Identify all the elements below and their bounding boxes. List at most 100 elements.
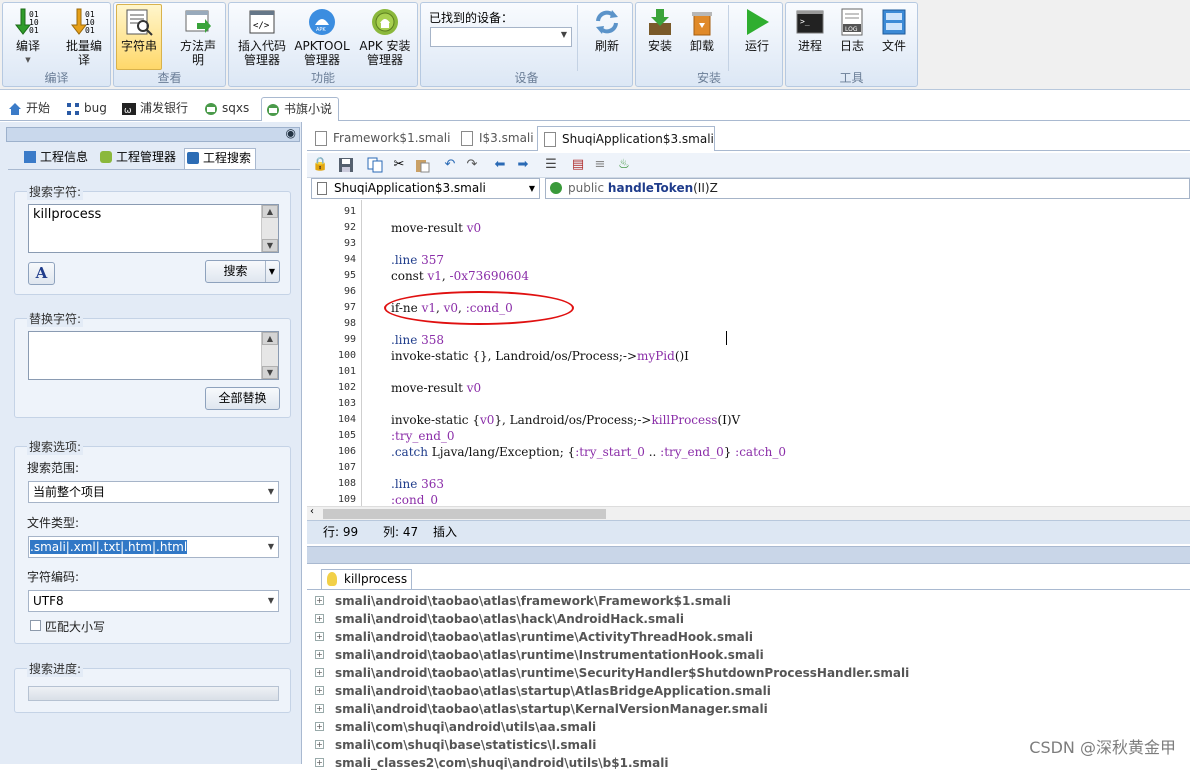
filetype-label: 文件类型:: [27, 516, 80, 530]
redo-icon[interactable]: ↷: [464, 157, 480, 173]
java-icon[interactable]: ♨: [616, 157, 632, 173]
refresh-label: 刷新: [594, 39, 619, 53]
scrollbar[interactable]: ▲ ▼: [261, 332, 278, 379]
cut-icon[interactable]: ✂: [391, 157, 407, 173]
expand-icon[interactable]: +: [315, 686, 324, 695]
compile-button[interactable]: 01 10 01 编译 ▼: [7, 5, 49, 67]
tab-project-search[interactable]: 工程搜索: [184, 148, 256, 169]
html-icon[interactable]: ▤: [570, 157, 586, 173]
tab-start[interactable]: 开始: [4, 97, 56, 121]
replace-all-button[interactable]: 全部替换: [205, 387, 280, 410]
chevron-down-icon: ▼: [528, 184, 535, 193]
compile-dropdown-icon[interactable]: ▼: [7, 53, 49, 67]
scrollbar[interactable]: ▲ ▼: [261, 205, 278, 252]
expand-icon[interactable]: +: [315, 704, 324, 713]
search-title: 搜索字符:: [27, 183, 84, 200]
word-wrap-icon[interactable]: ☰: [543, 157, 559, 173]
search-button-label: 搜索: [223, 264, 248, 278]
expand-icon[interactable]: +: [315, 650, 324, 659]
expand-icon[interactable]: +: [315, 740, 324, 749]
tab-spdb[interactable]: ω 浦发银行: [118, 97, 196, 121]
file-combo-value: ShuqiApplication$3.smali: [334, 181, 486, 195]
code-editor[interactable]: 91 92 93 94 95 96 97 98 99 100 101 102 103 104 105 106 1…: [307, 200, 1190, 506]
tab-bug[interactable]: bug: [62, 97, 112, 121]
editor-toolbar: 🔒 ✂ ↶ ↷ ⬅ ➡ ☰ ▤ ≡ ♨: [307, 153, 1190, 178]
filetype-select[interactable]: .smali|.xml|.txt|.htm|.html ▼: [28, 536, 279, 558]
expand-icon[interactable]: +: [315, 596, 324, 605]
tab-i3[interactable]: I$3.smali: [455, 126, 535, 151]
expand-icon[interactable]: +: [315, 614, 324, 623]
search-button[interactable]: 搜索 ▼: [205, 260, 280, 283]
log-button[interactable]: LOG 日志: [832, 5, 872, 53]
tab-project-info[interactable]: 工程信息: [22, 148, 96, 168]
svg-text:</>: </>: [253, 21, 270, 31]
run-button[interactable]: 运行: [736, 5, 778, 53]
search-input-value: killprocess: [33, 207, 102, 222]
tab-label: 工程搜索: [203, 151, 252, 165]
result-item[interactable]: + smali\android\taobao\atlas\hack\Android…: [315, 610, 1175, 628]
insert-code-button[interactable]: </> 插入代码管理器: [233, 5, 291, 67]
result-item[interactable]: + smali\android\taobao\atlas\startup\Kern…: [315, 700, 1175, 718]
horizontal-scrollbar[interactable]: ‹: [307, 506, 1190, 520]
uninstall-button[interactable]: 卸载: [682, 5, 722, 53]
file-button[interactable]: 文件: [874, 5, 914, 53]
replace-input[interactable]: ▲ ▼: [28, 331, 279, 380]
tab-framework1[interactable]: Framework$1.smali: [309, 126, 453, 151]
strings-label: 字符串: [120, 39, 157, 53]
paste-icon[interactable]: [414, 157, 430, 173]
result-item[interactable]: + smali\android\taobao\atlas\startup\Atla…: [315, 682, 1175, 700]
method-decl-button[interactable]: 方法声明: [174, 5, 222, 67]
tab-label: sqxs: [222, 101, 250, 115]
match-case-checkbox[interactable]: [30, 620, 41, 631]
undo-icon[interactable]: ↶: [442, 157, 458, 173]
result-item[interactable]: + smali\android\taobao\atlas\runtime\Secu…: [315, 664, 1175, 682]
chevron-down-icon: ▼: [267, 542, 274, 551]
save-icon[interactable]: [338, 157, 354, 173]
grid-dots-icon: [67, 103, 79, 115]
apktool-button[interactable]: APK APKTOOL管理器: [293, 5, 351, 67]
scope-select[interactable]: 当前整个项目 ▼: [28, 481, 279, 503]
results-tab[interactable]: killprocess: [321, 569, 413, 589]
code-line: invoke-static {}, Landroid/os/Process;->…: [391, 349, 689, 363]
process-button[interactable]: >_ 进程: [790, 5, 830, 53]
tab-shuqi[interactable]: 书旗小说: [261, 97, 339, 121]
install-button[interactable]: 安装: [640, 5, 680, 53]
file-combo[interactable]: ShuqiApplication$3.smali ▼: [311, 178, 540, 199]
chevron-down-icon[interactable]: ▼: [265, 261, 278, 282]
method-combo[interactable]: public handleToken(II)Z: [545, 178, 1190, 199]
tab-shuqiapplication3[interactable]: ShuqiApplication$3.smali: [537, 126, 715, 151]
result-item[interactable]: + smali\android\taobao\atlas\runtime\Inst…: [315, 646, 1175, 664]
result-item[interactable]: + smali\android\taobao\atlas\runtime\Acti…: [315, 628, 1175, 646]
back-arrow-icon[interactable]: ⬅: [492, 157, 508, 173]
result-path: smali\android\taobao\atlas\framework\Fra…: [335, 594, 731, 608]
forward-arrow-icon[interactable]: ➡: [515, 157, 531, 173]
encoding-select[interactable]: UTF8 ▼: [28, 590, 279, 612]
lock-icon[interactable]: 🔒: [312, 157, 328, 173]
device-select[interactable]: ▼: [430, 27, 572, 47]
view-group: 字符串 方法声明 查看: [113, 2, 226, 87]
file-icon: [461, 131, 473, 146]
apk-install-button[interactable]: APK 安装管理器: [355, 5, 415, 67]
play-icon: [747, 9, 769, 35]
progress-bar: [28, 686, 279, 701]
refresh-button[interactable]: 刷新: [587, 5, 627, 53]
tab-project-manager[interactable]: 工程管理器: [98, 148, 182, 168]
expand-icon[interactable]: +: [315, 758, 324, 767]
view-group-caption: 查看: [157, 71, 182, 85]
batch-compile-button[interactable]: 01 10 01 批量编译: [61, 5, 107, 67]
expand-icon[interactable]: +: [315, 722, 324, 731]
align-icon[interactable]: ≡: [592, 157, 608, 173]
strings-button[interactable]: 字符串: [116, 4, 162, 70]
search-input[interactable]: killprocess ▲ ▼: [28, 204, 279, 253]
eye-icon[interactable]: ◉: [286, 126, 296, 140]
expand-icon[interactable]: +: [315, 632, 324, 641]
tab-sqxs[interactable]: sqxs: [200, 97, 258, 121]
chevron-left-icon[interactable]: ‹: [310, 506, 314, 517]
panel-splitter[interactable]: [307, 546, 1190, 564]
font-button[interactable]: A: [28, 262, 55, 285]
divider: [728, 5, 729, 71]
expand-icon[interactable]: +: [315, 668, 324, 677]
result-item[interactable]: + smali\android\taobao\atlas\framework\Fr…: [315, 592, 1175, 610]
scrollbar-thumb[interactable]: [323, 509, 606, 519]
copy-icon[interactable]: [367, 157, 383, 173]
